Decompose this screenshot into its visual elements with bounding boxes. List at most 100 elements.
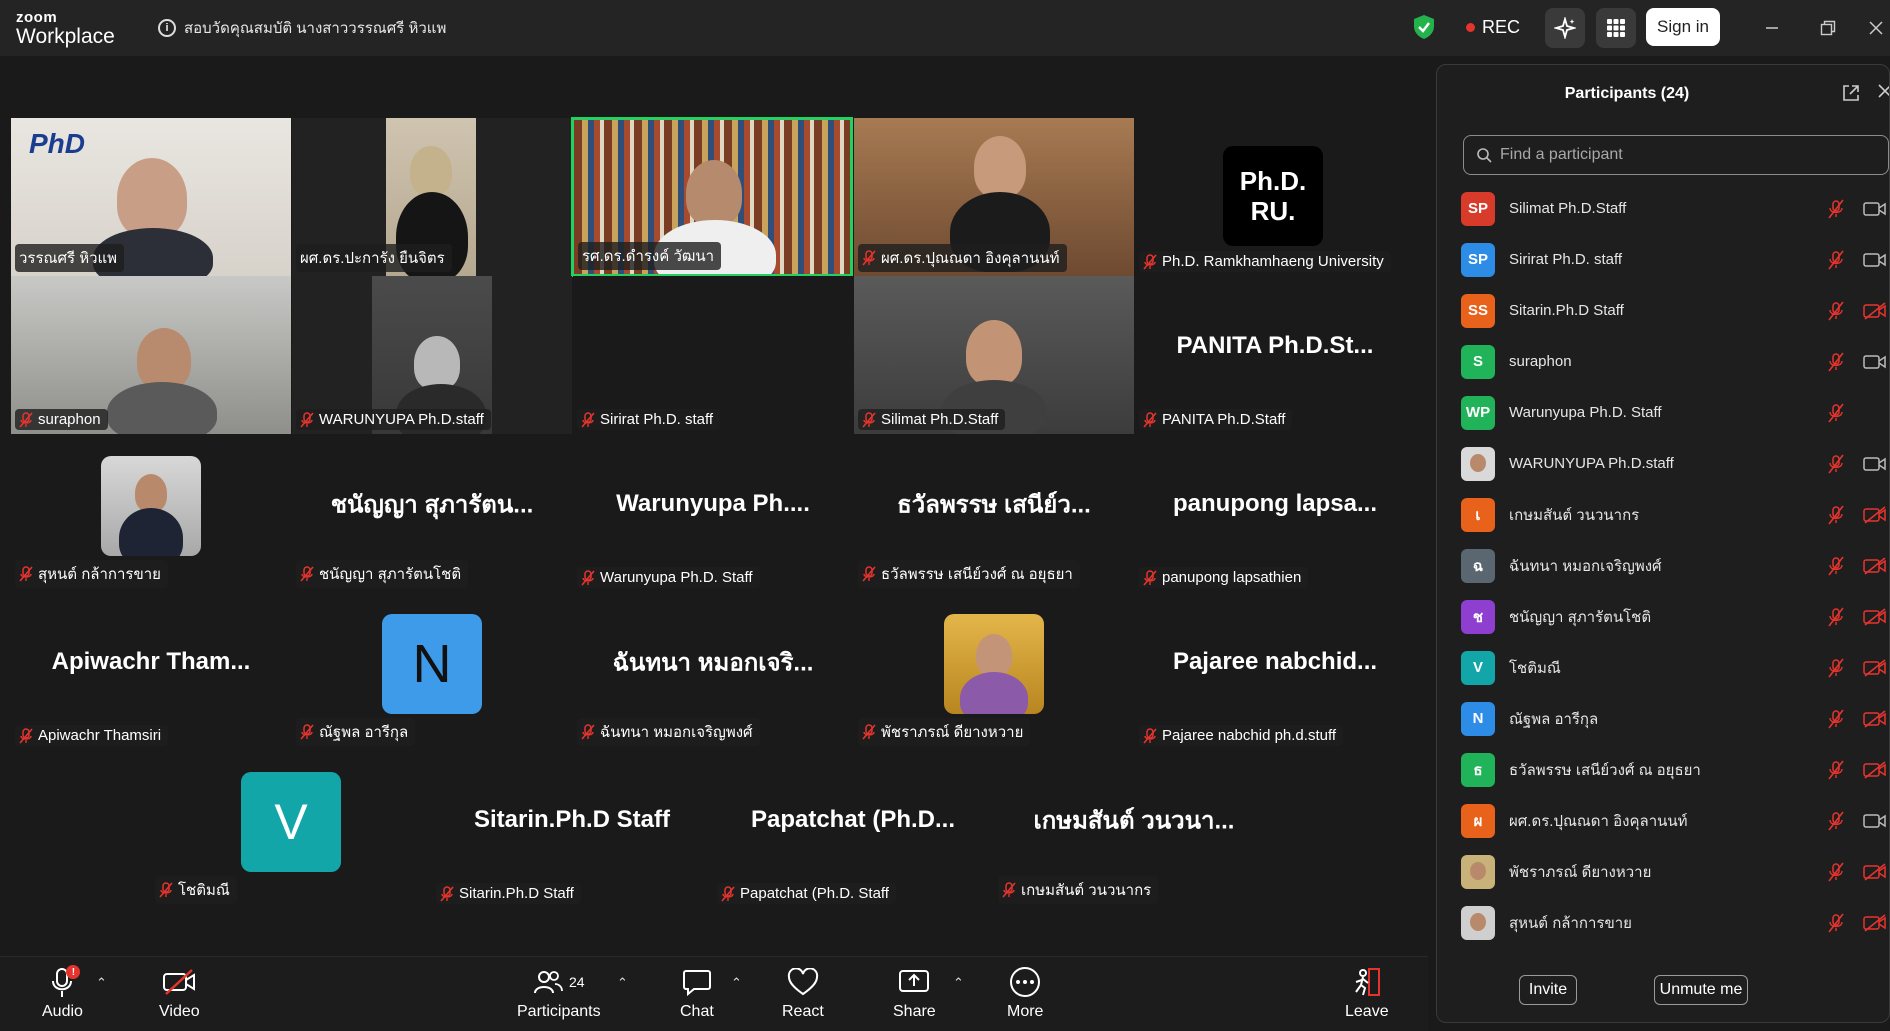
search-icon: [1477, 148, 1492, 163]
participant-search[interactable]: [1463, 135, 1889, 175]
muted-mic-icon[interactable]: [1827, 607, 1845, 627]
leave-button[interactable]: Leave: [1345, 965, 1389, 1021]
muted-mic-icon[interactable]: [1827, 199, 1845, 219]
participant-row[interactable]: พัชราภรณ์ ดียางหวาย: [1437, 846, 1889, 897]
active-speaker-tile[interactable]: รศ.ดร.ดำรงค์ วัฒนา: [571, 117, 853, 277]
participant-row[interactable]: ช ชนัญญา สุภารัตนโชติ: [1437, 591, 1889, 642]
video-tile[interactable]: พัชราภรณ์ ดียางหวาย: [854, 592, 1134, 750]
video-tile[interactable]: V โชติมณี: [151, 750, 431, 908]
ai-companion-button[interactable]: [1545, 8, 1585, 48]
video-tile[interactable]: ผศ.ดร.ปุณณดา อิงคุลานนท์: [854, 118, 1134, 276]
participant-row[interactable]: SS Sitarin.Ph.D Staff: [1437, 285, 1889, 336]
muted-mic-icon[interactable]: [1827, 250, 1845, 270]
participant-row[interactable]: สุหนต์ กล้าการขาย: [1437, 897, 1889, 948]
video-tile[interactable]: เกษมสันต์ วนวนา... เกษมสันต์ วนวนากร: [994, 750, 1274, 908]
muted-mic-icon[interactable]: [1827, 505, 1845, 525]
participant-row[interactable]: V โชติมณี: [1437, 642, 1889, 693]
pop-out-icon[interactable]: [1841, 83, 1861, 103]
shield-check-icon[interactable]: [1412, 14, 1436, 40]
apps-button[interactable]: [1596, 8, 1636, 48]
muted-mic-icon[interactable]: [1827, 913, 1845, 933]
camera-icon[interactable]: [1863, 251, 1887, 269]
muted-mic-icon[interactable]: [1827, 709, 1845, 729]
participant-name: PANITA Ph.D.Staff: [1162, 411, 1286, 428]
unmute-me-button[interactable]: Unmute me: [1654, 975, 1748, 1005]
chat-options-chevron-up-icon[interactable]: ⌃: [731, 975, 742, 991]
participants-button[interactable]: 24 Participants: [517, 965, 601, 1021]
video-tile[interactable]: Warunyupa Ph.... Warunyupa Ph.D. Staff: [573, 434, 853, 592]
camera-icon[interactable]: [1863, 812, 1887, 830]
video-tile[interactable]: panupong lapsa... panupong lapsathien: [1135, 434, 1415, 592]
participant-row[interactable]: WP Warunyupa Ph.D. Staff: [1437, 387, 1889, 438]
participant-row[interactable]: ฉ ฉันทนา หมอกเจริญพงศ์: [1437, 540, 1889, 591]
video-tile[interactable]: N ณัฐพล อารีกุล: [292, 592, 572, 750]
video-tile[interactable]: suraphon: [11, 276, 291, 434]
video-tile[interactable]: ชนัญญา สุภารัตน... ชนัญญา สุภารัตนโชติ: [292, 434, 572, 592]
muted-mic-icon[interactable]: [1827, 862, 1845, 882]
camera-off-icon[interactable]: [1863, 760, 1887, 779]
video-tile[interactable]: Sitarin.Ph.D Staff Sitarin.Ph.D Staff: [432, 750, 712, 908]
invite-button[interactable]: Invite: [1519, 975, 1577, 1005]
restore-button[interactable]: [1814, 14, 1842, 42]
video-tile[interactable]: Silimat Ph.D.Staff: [854, 276, 1134, 434]
video-tile[interactable]: Sirirat Ph.D. staff: [573, 276, 853, 434]
participants-options-chevron-up-icon[interactable]: ⌃: [617, 975, 628, 991]
participant-row[interactable]: SP Sirirat Ph.D. staff: [1437, 234, 1889, 285]
participant-row[interactable]: เ เกษมสันต์ วนวนากร: [1437, 489, 1889, 540]
participant-row[interactable]: SP Silimat Ph.D.Staff: [1437, 183, 1889, 234]
participant-row[interactable]: WARUNYUPA Ph.D.staff: [1437, 438, 1889, 489]
camera-off-icon[interactable]: [1863, 913, 1887, 932]
camera-off-icon[interactable]: [1863, 709, 1887, 728]
video-tile[interactable]: WARUNYUPA Ph.D.staff: [292, 276, 572, 434]
audio-button[interactable]: ! Audio: [42, 965, 83, 1021]
camera-off-icon[interactable]: [1863, 862, 1887, 881]
video-tile[interactable]: PhD วรรณศรี หิวแพ: [11, 118, 291, 276]
participant-row[interactable]: ผ ผศ.ดร.ปุณณดา อิงคุลานนท์: [1437, 795, 1889, 846]
video-tile[interactable]: Apiwachr Tham... Apiwachr Thamsiri: [11, 592, 291, 750]
meeting-info[interactable]: i สอบวัดคุณสมบัติ นางสาววรรณศรี หิวแพ: [158, 16, 446, 40]
muted-mic-icon[interactable]: [1827, 301, 1845, 321]
more-button[interactable]: More: [1007, 965, 1043, 1021]
muted-mic-icon: [300, 566, 314, 582]
muted-mic-icon[interactable]: [1827, 658, 1845, 678]
react-button[interactable]: React: [782, 965, 824, 1021]
muted-mic-icon[interactable]: [1827, 760, 1845, 780]
audio-options-chevron-up-icon[interactable]: ⌃: [96, 975, 107, 991]
video-tile[interactable]: ฉันทนา หมอกเจริ... ฉันทนา หมอกเจริญพงศ์: [573, 592, 853, 750]
close-window-button[interactable]: [1862, 14, 1890, 42]
camera-icon[interactable]: [1863, 455, 1887, 473]
minimize-button[interactable]: [1758, 14, 1786, 42]
share-button[interactable]: Share: [893, 965, 936, 1021]
camera-off-icon[interactable]: [1863, 607, 1887, 626]
participant-row[interactable]: ธ ธวัลพรรษ เสนีย์วงศ์ ณ อยุธยา: [1437, 744, 1889, 795]
video-tile[interactable]: Papatchat (Ph.D... Papatchat (Ph.D. Staf…: [713, 750, 993, 908]
participant-name: ธวัลพรรษ เสนีย์วงศ์ ณ อยุธยา: [881, 566, 1073, 583]
chat-button[interactable]: Chat: [680, 965, 714, 1021]
video-button[interactable]: Video: [159, 965, 200, 1021]
muted-mic-icon[interactable]: [1827, 556, 1845, 576]
muted-mic-icon[interactable]: [1827, 454, 1845, 474]
close-panel-icon[interactable]: [1877, 83, 1890, 99]
camera-icon[interactable]: [1863, 200, 1887, 218]
muted-mic-icon[interactable]: [1827, 352, 1845, 372]
muted-mic-icon[interactable]: [1827, 403, 1845, 423]
video-tile[interactable]: Pajaree nabchid... Pajaree nabchid ph.d.…: [1135, 592, 1415, 750]
share-options-chevron-up-icon[interactable]: ⌃: [953, 975, 964, 991]
info-icon[interactable]: i: [158, 19, 176, 37]
camera-icon[interactable]: [1863, 353, 1887, 371]
video-tile[interactable]: Ph.D. RU. Ph.D. Ramkhamhaeng University: [1135, 118, 1415, 276]
participant-row[interactable]: N ณัฐพล อารีกุล: [1437, 693, 1889, 744]
camera-off-icon[interactable]: [1863, 556, 1887, 575]
muted-mic-icon[interactable]: [1827, 811, 1845, 831]
camera-off-icon[interactable]: [1863, 505, 1887, 524]
video-tile[interactable]: ผศ.ดร.ปะการัง ยืนจิตร: [292, 118, 572, 276]
participant-search-input[interactable]: [1500, 146, 1860, 164]
recording-indicator[interactable]: REC: [1466, 17, 1520, 38]
camera-off-icon[interactable]: [1863, 658, 1887, 677]
participant-row[interactable]: Ssuraphon: [1437, 336, 1889, 387]
sign-in-button[interactable]: Sign in: [1646, 8, 1720, 46]
video-tile[interactable]: ธวัลพรรษ เสนีย์ว... ธวัลพรรษ เสนีย์วงศ์ …: [854, 434, 1134, 592]
video-tile[interactable]: สุหนต์ กล้าการขาย: [11, 434, 291, 592]
camera-off-icon[interactable]: [1863, 301, 1887, 320]
video-tile[interactable]: PANITA Ph.D.St... PANITA Ph.D.Staff: [1135, 276, 1415, 434]
